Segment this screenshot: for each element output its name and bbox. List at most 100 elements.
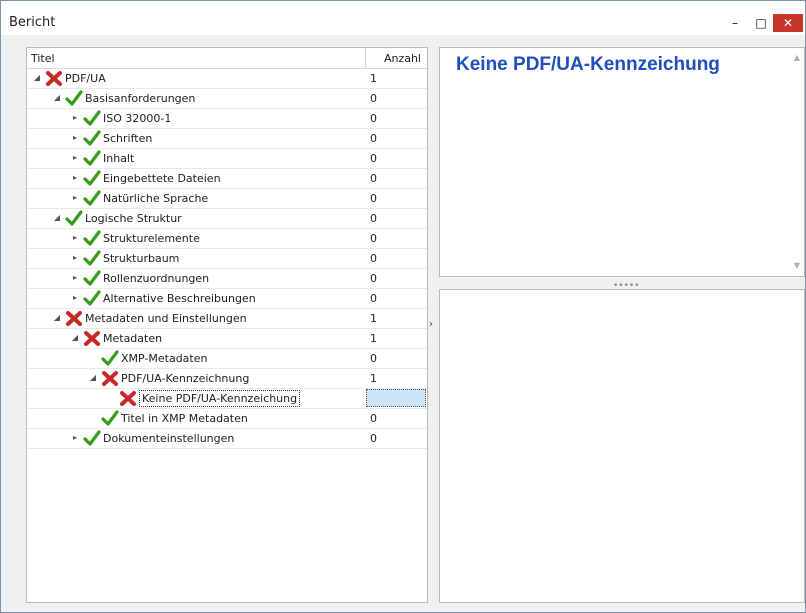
triangle-down-icon[interactable]: ◢ xyxy=(53,213,61,223)
splitter-arrow-icon[interactable]: › xyxy=(429,319,433,330)
column-header-title[interactable]: Titel xyxy=(31,52,55,65)
tree-row-count: 0 xyxy=(370,192,377,205)
error-cross-icon xyxy=(46,71,62,86)
tree-row-count: 0 xyxy=(370,352,377,365)
check-icon xyxy=(83,170,101,186)
tree-row-count: 0 xyxy=(370,132,377,145)
tree-row-count: 1 xyxy=(370,312,377,325)
check-icon xyxy=(101,350,119,366)
tree-row[interactable]: ◢ Basisanforderungen 0 xyxy=(27,89,427,109)
triangle-right-icon[interactable]: ▸ xyxy=(71,233,79,243)
check-icon xyxy=(83,290,101,306)
tree-row-label: Eingebettete Dateien xyxy=(103,172,221,185)
minimize-button[interactable]: – xyxy=(724,14,746,32)
tree-row-label: Strukturelemente xyxy=(103,232,200,245)
column-header-count[interactable]: Anzahl xyxy=(384,52,421,65)
triangle-right-icon[interactable]: ▸ xyxy=(71,253,79,263)
triangle-down-icon[interactable]: ◢ xyxy=(71,333,79,343)
tree-row-count: 0 xyxy=(370,212,377,225)
error-cross-icon xyxy=(84,331,100,346)
tree-row-count: 0 xyxy=(370,272,377,285)
check-icon xyxy=(83,430,101,446)
tree-row-label: Titel in XMP Metadaten xyxy=(121,412,248,425)
check-icon xyxy=(83,230,101,246)
tree-row-label: PDF/UA xyxy=(65,72,106,85)
check-icon xyxy=(83,190,101,206)
tree-row-count: 0 xyxy=(370,92,377,105)
triangle-down-icon[interactable]: ◢ xyxy=(33,73,41,83)
tree-row-label: Metadaten und Einstellungen xyxy=(85,312,247,325)
tree-row-label: Basisanforderungen xyxy=(85,92,196,105)
tree-row-label: Keine PDF/UA-Kennzeichung xyxy=(139,390,301,407)
scroll-down-icon[interactable]: ▼ xyxy=(792,261,802,271)
tree-row[interactable]: ◢ Metadaten und Einstellungen 1 xyxy=(27,309,427,329)
triangle-right-icon[interactable]: ▸ xyxy=(71,133,79,143)
tree-row-label: Natürliche Sprache xyxy=(103,192,209,205)
tree-row[interactable]: ◢ PDF/UA-Kennzeichnung 1 xyxy=(27,369,427,389)
tree-row[interactable]: ▸ Rollenzuordnungen 0 xyxy=(27,269,427,289)
triangle-right-icon[interactable]: ▸ xyxy=(71,433,79,443)
triangle-right-icon[interactable]: ▸ xyxy=(71,173,79,183)
tree-row-label: Metadaten xyxy=(103,332,163,345)
column-divider[interactable] xyxy=(365,48,366,68)
tree-row[interactable]: ▸ Alternative Beschreibungen 0 xyxy=(27,289,427,309)
tree-row[interactable]: XMP-Metadaten 0 xyxy=(27,349,427,369)
report-tree[interactable]: Titel Anzahl ◢ PDF/UA 1 ◢ Basisanforderungen… xyxy=(26,47,428,603)
window-title: Bericht xyxy=(9,15,56,30)
triangle-right-icon[interactable]: ▸ xyxy=(71,293,79,303)
tree-row-count: 0 xyxy=(370,112,377,125)
close-button[interactable]: ✕ xyxy=(773,14,803,32)
tree-column-header: Titel Anzahl xyxy=(27,48,427,69)
tree-row-count: 1 xyxy=(370,332,377,345)
tree-row-count: 0 xyxy=(370,252,377,265)
triangle-right-icon[interactable]: ▸ xyxy=(71,273,79,283)
tree-row[interactable]: ▸ ISO 32000-1 0 xyxy=(27,109,427,129)
tree-row-label: Strukturbaum xyxy=(103,252,180,265)
tree-row-count: 0 xyxy=(370,152,377,165)
triangle-right-icon[interactable]: ▸ xyxy=(71,113,79,123)
tree-row[interactable]: Titel in XMP Metadaten 0 xyxy=(27,409,427,429)
tree-row-label: Dokumenteinstellungen xyxy=(103,432,235,445)
tree-row[interactable]: Keine PDF/UA-Kennzeichung xyxy=(27,389,427,409)
triangle-down-icon[interactable]: ◢ xyxy=(53,93,61,103)
tree-row-label: XMP-Metadaten xyxy=(121,352,208,365)
tree-row-label: ISO 32000-1 xyxy=(103,112,172,125)
detail-panel: Keine PDF/UA-Kennzeichung ▲ ▼ xyxy=(439,47,805,277)
tree-row-label: Inhalt xyxy=(103,152,135,165)
tree-row[interactable]: ◢ Metadaten 1 xyxy=(27,329,427,349)
triangle-down-icon[interactable]: ◢ xyxy=(53,313,61,323)
tree-row[interactable]: ▸ Eingebettete Dateien 0 xyxy=(27,169,427,189)
detail-scrollbar[interactable]: ▲ ▼ xyxy=(788,48,804,276)
tree-row-count: 0 xyxy=(370,412,377,425)
tree-row-label: Alternative Beschreibungen xyxy=(103,292,256,305)
check-icon xyxy=(101,410,119,426)
tree-row-label: Logische Struktur xyxy=(85,212,182,225)
error-cross-icon xyxy=(120,391,136,406)
tree-row-count: 1 xyxy=(370,72,377,85)
scroll-up-icon[interactable]: ▲ xyxy=(792,53,802,63)
tree-rows: ◢ PDF/UA 1 ◢ Basisanforderungen 0 ▸ ISO 32000-1… xyxy=(27,69,427,449)
triangle-down-icon[interactable]: ◢ xyxy=(89,373,97,383)
tree-row-count: 0 xyxy=(370,172,377,185)
error-cross-icon xyxy=(102,371,118,386)
check-icon xyxy=(83,150,101,166)
check-icon xyxy=(65,90,83,106)
tree-row[interactable]: ▸ Inhalt 0 xyxy=(27,149,427,169)
tree-row[interactable]: ◢ Logische Struktur 0 xyxy=(27,209,427,229)
tree-row-count: 0 xyxy=(370,432,377,445)
report-window: Bericht – □ ✕ Titel Anzahl ◢ PDF/UA 1 ◢ Basi… xyxy=(0,0,806,613)
tree-row[interactable]: ▸ Dokumenteinstellungen 0 xyxy=(27,429,427,449)
maximize-button[interactable]: □ xyxy=(750,14,772,32)
tree-row[interactable]: ▸ Natürliche Sprache 0 xyxy=(27,189,427,209)
tree-row[interactable]: ▸ Strukturelemente 0 xyxy=(27,229,427,249)
title-bar[interactable]: Bericht – □ ✕ xyxy=(1,1,805,35)
tree-row[interactable]: ▸ Schriften 0 xyxy=(27,129,427,149)
triangle-right-icon[interactable]: ▸ xyxy=(71,193,79,203)
triangle-right-icon[interactable]: ▸ xyxy=(71,153,79,163)
selected-count-cell[interactable] xyxy=(366,389,426,407)
check-icon xyxy=(83,130,101,146)
tree-row-label: Schriften xyxy=(103,132,153,145)
tree-row[interactable]: ◢ PDF/UA 1 xyxy=(27,69,427,89)
tree-row-label: Rollenzuordnungen xyxy=(103,272,210,285)
tree-row[interactable]: ▸ Strukturbaum 0 xyxy=(27,249,427,269)
